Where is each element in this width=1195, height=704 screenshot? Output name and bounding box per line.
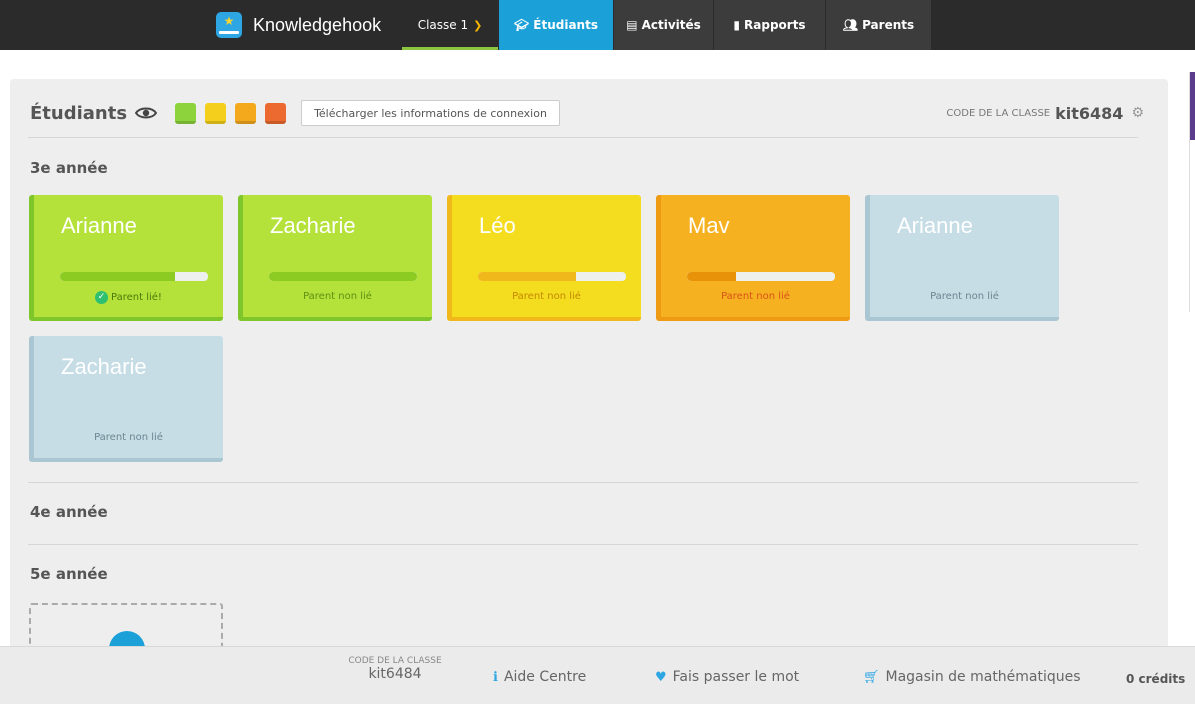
parent-status: Parent non lié (243, 291, 432, 302)
chevron-down-icon: ❯ (473, 18, 483, 32)
parent-status: Parent non lié (870, 291, 1059, 302)
help-center-label: Aide Centre (503, 669, 587, 685)
class-code-value: kit6484 (1055, 103, 1124, 123)
student-name: Arianne (61, 213, 137, 238)
cart-icon: 🛒︎ (863, 669, 880, 685)
parent-status-text: Parent non lié (721, 291, 790, 302)
grade-title-3: 3e année (30, 159, 108, 177)
students-panel: Étudiants Télécharger les informations d… (10, 79, 1168, 649)
progress-fill (60, 272, 176, 281)
footer: CODE DE LA CLASSE kit6484 ℹ Aide Centre … (0, 646, 1195, 704)
parent-status: ✓ Parent lié! (34, 291, 223, 304)
brand-name: Knowledgehook (253, 14, 382, 35)
eye-icon[interactable] (135, 106, 158, 120)
tab-etudiants[interactable]: 🎓︎ Étudiants (499, 0, 613, 50)
grade-title-5: 5e année (30, 565, 108, 583)
add-student-button[interactable] (29, 603, 223, 649)
student-name: Arianne (897, 213, 973, 238)
tab-parents[interactable]: 👥︎ Parents (826, 0, 931, 50)
class-code: CODE DE LA CLASSE kit6484 ⚙ (946, 97, 1144, 129)
class-code-label: CODE DE LA CLASSE (946, 107, 1051, 119)
class-selector-underline (402, 47, 498, 50)
divider (28, 482, 1138, 483)
info-icon: ℹ (493, 669, 498, 685)
progress-fill (687, 272, 736, 281)
bar-chart-icon: ▮ (733, 18, 741, 32)
tab-rapports[interactable]: ▮ Rapports (714, 0, 825, 50)
help-center-link[interactable]: ℹ Aide Centre (493, 669, 586, 685)
parent-status-text: Parent non lié (303, 291, 372, 302)
progress-bar (269, 272, 417, 281)
student-card[interactable]: Mav Parent non lié (656, 195, 850, 321)
footer-class-code: CODE DE LA CLASSE kit6484 (340, 656, 450, 682)
color-filter-red[interactable] (265, 102, 287, 124)
graduation-cap-icon: 🎓︎ (514, 18, 530, 32)
tab-label: Activités (641, 18, 701, 32)
gear-icon[interactable]: ⚙ (1131, 105, 1144, 121)
divider (28, 544, 1138, 545)
panel-header: Étudiants Télécharger les informations d… (30, 97, 560, 129)
parent-status-text: Parent non lié (512, 291, 581, 302)
parent-status: Parent non lié (661, 291, 850, 302)
class-selector-label: Classe 1 (417, 18, 469, 32)
footer-class-code-value: kit6484 (368, 666, 422, 682)
tab-label: Rapports (744, 18, 806, 32)
progress-bar (687, 272, 835, 281)
parent-status: Parent non lié (34, 432, 223, 443)
parent-status-text: Parent non lié (930, 291, 999, 302)
book-icon: ▤ (626, 18, 638, 32)
download-login-info-button[interactable]: Télécharger les informations de connexio… (301, 100, 560, 126)
student-card[interactable]: Zacharie Parent non lié (29, 336, 223, 462)
credits-count: 0 crédits (1126, 672, 1186, 686)
check-circle-icon: ✓ (95, 291, 109, 304)
student-card[interactable]: Arianne Parent non lié (865, 195, 1059, 321)
share-link[interactable]: ♥ Fais passer le mot (655, 669, 799, 685)
math-store-label: Magasin de mathématiques (885, 669, 1081, 685)
student-card[interactable]: Léo Parent non lié (447, 195, 641, 321)
progress-bar (60, 272, 208, 281)
users-icon: 👥︎ (842, 18, 859, 32)
tab-activites[interactable]: ▤ Activités (614, 0, 713, 50)
page-title: Étudiants (30, 102, 128, 124)
divider (28, 137, 1138, 138)
tab-label: Parents (862, 18, 915, 32)
color-filter-green[interactable] (175, 102, 197, 124)
grade-title-4: 4e année (30, 503, 108, 521)
progress-bar (478, 272, 626, 281)
side-widget-accent (1190, 72, 1195, 140)
student-name: Zacharie (61, 354, 147, 379)
student-name: Mav (688, 213, 730, 238)
parent-status: Parent non lié (452, 291, 641, 302)
side-widget[interactable] (1189, 72, 1195, 312)
student-card[interactable]: Zacharie Parent non lié (238, 195, 432, 321)
top-navbar: ★ Knowledgehook Classe 1 ❯ 🎓︎ Étudiants … (0, 0, 1195, 50)
progress-fill (478, 272, 576, 281)
tab-label: Étudiants (533, 18, 598, 32)
color-filter-yellow[interactable] (205, 102, 227, 124)
heart-icon: ♥ (655, 669, 667, 685)
student-name: Léo (479, 213, 516, 238)
knowledgehook-logo-icon: ★ (216, 12, 242, 38)
parent-status-text: Parent lié! (111, 292, 162, 303)
brand[interactable]: ★ Knowledgehook (216, 0, 381, 50)
student-card[interactable]: Arianne ✓ Parent lié! (29, 195, 223, 321)
color-filter-orange[interactable] (235, 102, 257, 124)
share-label: Fais passer le mot (672, 669, 800, 685)
student-name: Zacharie (270, 213, 356, 238)
footer-class-code-label: CODE DE LA CLASSE (348, 656, 442, 666)
parent-status-text: Parent non lié (94, 432, 163, 443)
math-store-link[interactable]: 🛒︎ Magasin de mathématiques (863, 669, 1081, 685)
class-selector[interactable]: Classe 1 ❯ (402, 0, 498, 50)
progress-fill (269, 272, 417, 281)
